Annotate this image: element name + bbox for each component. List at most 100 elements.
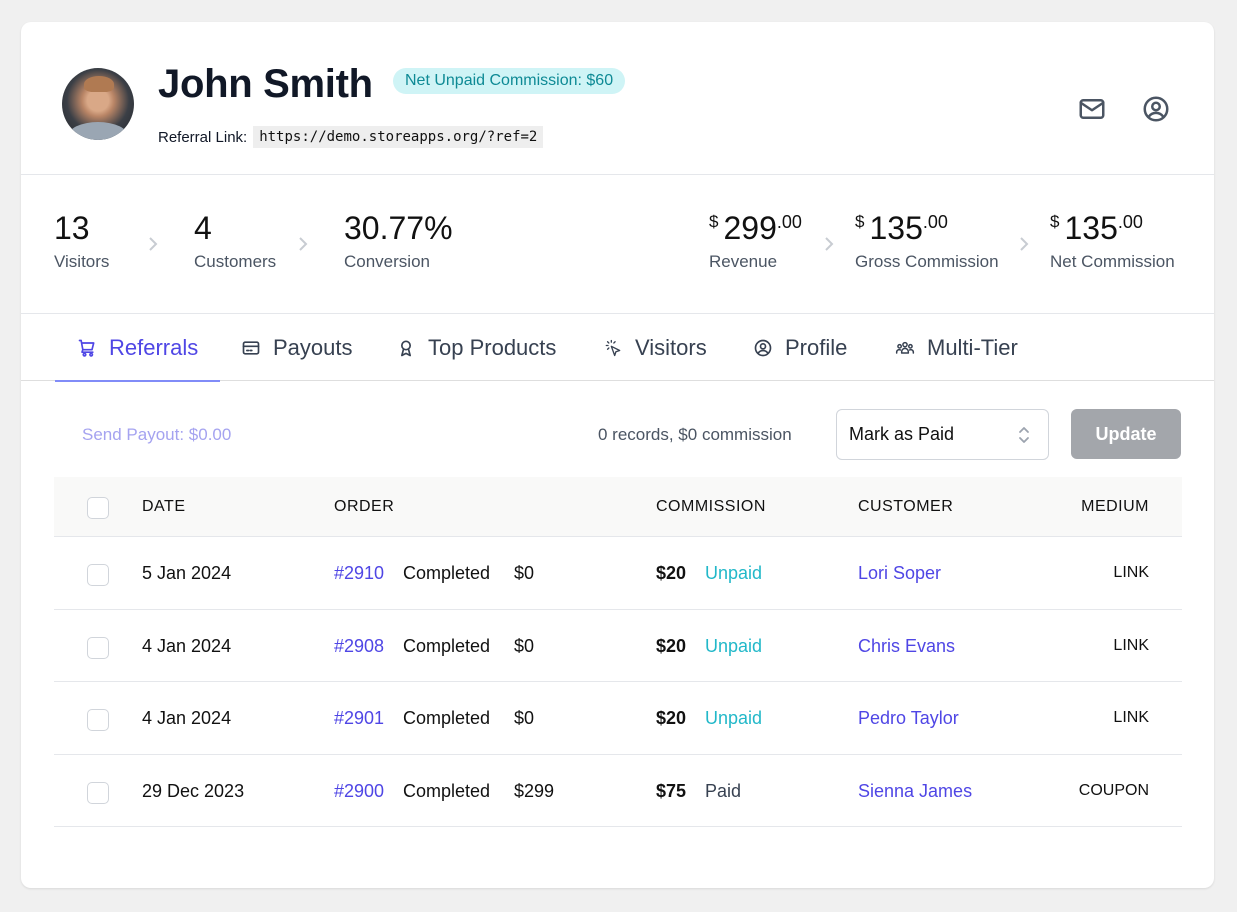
stat-value-dec: .00 bbox=[922, 212, 948, 232]
row-date: 5 Jan 2024 bbox=[142, 563, 232, 583]
order-link[interactable]: #2900 bbox=[334, 781, 384, 802]
table-header: DATE ORDER COMMISSION CUSTOMER MEDIUM bbox=[54, 477, 1182, 537]
send-payout-link[interactable]: Send Payout: $0.00 bbox=[82, 425, 231, 445]
select-all-checkbox[interactable] bbox=[87, 497, 109, 519]
row-checkbox[interactable] bbox=[87, 564, 109, 586]
stat-value-int: 135 bbox=[869, 210, 923, 246]
affiliate-card: John Smith Net Unpaid Commission: $60 Re… bbox=[21, 22, 1214, 888]
commission-status: Paid bbox=[705, 780, 742, 801]
update-button[interactable]: Update bbox=[1071, 409, 1181, 459]
table-row: 4 Jan 2024 #2901 Completed $0 $20 Unpaid… bbox=[54, 682, 1182, 755]
stat-label: Gross Commission bbox=[855, 252, 999, 271]
stat-value-dec: .00 bbox=[1117, 212, 1143, 232]
tab-visitors[interactable]: Visitors bbox=[603, 314, 707, 381]
stat-net-commission: $ 135 .00 Net Commission bbox=[1050, 208, 1175, 272]
referrals-table: DATE ORDER COMMISSION CUSTOMER MEDIUM 5 … bbox=[54, 477, 1182, 827]
stat-value-int: 299 bbox=[723, 210, 777, 246]
column-header-commission: COMMISSION bbox=[656, 498, 766, 515]
stat-conversion: 30.77% Conversion bbox=[344, 208, 453, 272]
column-header-order: ORDER bbox=[334, 498, 395, 515]
medium: LINK bbox=[1113, 636, 1149, 654]
order-status: Completed bbox=[403, 635, 491, 656]
tab-referrals[interactable]: Referrals bbox=[54, 314, 221, 382]
order-status: Completed bbox=[403, 780, 491, 801]
commission-status: Unpaid bbox=[705, 708, 763, 728]
row-date: 29 Dec 2023 bbox=[142, 780, 245, 801]
avatar bbox=[62, 68, 134, 140]
table-row: 5 Jan 2024 #2910 Completed $0 $20 Unpaid… bbox=[54, 537, 1182, 610]
row-checkbox[interactable] bbox=[87, 709, 109, 731]
customer-link[interactable]: Chris Evans bbox=[858, 636, 955, 657]
tab-label: Payouts bbox=[273, 334, 353, 360]
tab-multi-tier[interactable]: Multi-Tier bbox=[895, 314, 1018, 381]
column-header-medium: MEDIUM bbox=[1081, 498, 1149, 515]
tab-profile[interactable]: Profile bbox=[753, 314, 847, 381]
tab-bar: Referrals Payouts Top Products Visitors … bbox=[21, 314, 1214, 382]
affiliate-name: John Smith bbox=[158, 62, 373, 106]
stat-value: 4 bbox=[194, 210, 212, 246]
commission-amount: $75 bbox=[656, 780, 687, 801]
referral-link-value[interactable]: https://demo.storeapps.org/?ref=2 bbox=[253, 126, 544, 148]
status-select[interactable]: Mark as Paid bbox=[836, 409, 1049, 460]
table-row: 4 Jan 2024 #2908 Completed $0 $20 Unpaid… bbox=[54, 610, 1182, 682]
stat-value: 13 bbox=[54, 210, 90, 246]
tab-label: Top Products bbox=[428, 334, 557, 360]
tab-top-products[interactable]: Top Products bbox=[396, 314, 556, 381]
chevron-up-down-icon bbox=[1018, 424, 1030, 446]
user-group-icon bbox=[895, 338, 915, 358]
tab-payouts[interactable]: Payouts bbox=[241, 314, 353, 381]
tab-label: Referrals bbox=[109, 334, 199, 360]
stat-value-int: 135 bbox=[1064, 210, 1118, 246]
column-header-customer: CUSTOMER bbox=[858, 498, 954, 515]
credit-card-icon bbox=[241, 338, 261, 358]
chevron-right-icon bbox=[298, 237, 308, 251]
order-total: $0 bbox=[514, 563, 535, 583]
medium: COUPON bbox=[1078, 781, 1149, 799]
referral-link-row: Referral Link: https://demo.storeapps.or… bbox=[158, 126, 544, 148]
medium: LINK bbox=[1113, 709, 1149, 726]
profile-header: John Smith Net Unpaid Commission: $60 Re… bbox=[21, 22, 1214, 175]
stat-label: Revenue bbox=[709, 252, 778, 271]
mail-icon[interactable] bbox=[1077, 94, 1107, 124]
commission-status: Unpaid bbox=[705, 563, 763, 583]
commission-amount: $20 bbox=[656, 563, 687, 583]
customer-link[interactable]: Lori Soper bbox=[858, 563, 941, 584]
award-icon bbox=[396, 338, 416, 358]
stat-revenue: $ 299 .00 Revenue bbox=[709, 208, 802, 272]
order-link[interactable]: #2901 bbox=[334, 708, 384, 729]
order-total: $0 bbox=[514, 635, 535, 656]
stat-label: Visitors bbox=[54, 252, 110, 271]
chevron-right-icon bbox=[824, 237, 834, 251]
order-status: Completed bbox=[403, 708, 491, 728]
currency-symbol: $ bbox=[855, 212, 865, 231]
order-link[interactable]: #2910 bbox=[334, 563, 384, 584]
stat-label: Conversion bbox=[344, 252, 430, 271]
column-header-date: DATE bbox=[142, 498, 186, 515]
bulk-actions-bar: Send Payout: $0.00 0 records, $0 commiss… bbox=[21, 381, 1214, 477]
stats-bar: 13 Visitors 4 Customers 30.77% Conversio… bbox=[21, 175, 1214, 314]
medium: LINK bbox=[1113, 564, 1149, 581]
status-select-value: Mark as Paid bbox=[849, 424, 955, 444]
row-date: 4 Jan 2024 bbox=[142, 635, 232, 656]
commission-status: Unpaid bbox=[705, 635, 763, 656]
referral-link-label: Referral Link: bbox=[158, 128, 248, 146]
stat-visitors: 13 Visitors bbox=[54, 208, 109, 272]
chevron-right-icon bbox=[148, 237, 158, 251]
row-checkbox[interactable] bbox=[87, 781, 109, 804]
currency-symbol: $ bbox=[709, 212, 719, 231]
currency-symbol: $ bbox=[1050, 212, 1060, 231]
user-circle-icon bbox=[753, 338, 773, 358]
stat-label: Customers bbox=[194, 252, 277, 271]
stat-gross-commission: $ 135 .00 Gross Commission bbox=[855, 208, 999, 272]
tab-label: Profile bbox=[785, 334, 848, 360]
tab-label: Visitors bbox=[635, 334, 707, 360]
stat-label: Net Commission bbox=[1050, 252, 1175, 271]
cart-icon bbox=[77, 338, 97, 358]
customer-link[interactable]: Pedro Taylor bbox=[858, 708, 959, 729]
order-link[interactable]: #2908 bbox=[334, 636, 384, 657]
order-status: Completed bbox=[403, 563, 491, 583]
user-circle-icon[interactable] bbox=[1141, 94, 1171, 124]
row-checkbox[interactable] bbox=[87, 636, 109, 659]
net-unpaid-commission-badge: Net Unpaid Commission: $60 bbox=[393, 68, 626, 94]
customer-link[interactable]: Sienna James bbox=[858, 781, 972, 802]
